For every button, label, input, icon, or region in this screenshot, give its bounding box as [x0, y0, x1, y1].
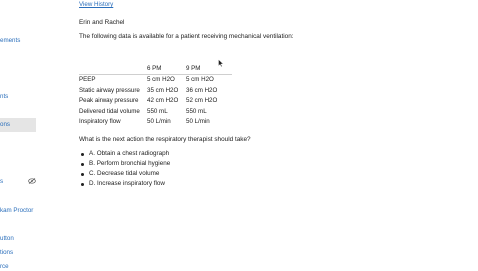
table-cell: 42 cm H2O: [147, 97, 179, 105]
eye-slash-icon[interactable]: [28, 178, 36, 184]
ventilation-data-table: 6 PM 9 PM PEEP 5 cm H2O 5 cm H2O Static …: [79, 64, 232, 127]
question-prompt: The following data is available for a pa…: [79, 33, 294, 40]
table-row: PEEP 5 cm H2O 5 cm H2O: [79, 75, 232, 86]
table-cell: 35 cm H2O: [147, 86, 179, 94]
mouse-cursor-icon: [218, 59, 224, 67]
sidebar-item-announcements[interactable]: ements: [0, 37, 20, 45]
answer-options-list: A. Obtain a chest radiograph B. Perform …: [79, 149, 170, 189]
sidebar-item-discussions[interactable]: ons: [0, 118, 36, 132]
table-cell: 5 cm H2O: [186, 76, 214, 84]
sidebar-item-resource[interactable]: rce: [0, 263, 9, 271]
table-cell: PEEP: [79, 76, 96, 84]
sidebar-item-hidden[interactable]: s: [0, 178, 3, 186]
table-header-cell: 9 PM: [186, 64, 232, 76]
sidebar-item-options[interactable]: tions: [0, 249, 13, 257]
table-cell: 50 L/min: [147, 118, 171, 126]
answer-option-a: A. Obtain a chest radiograph: [79, 149, 170, 159]
table-cell: 550 mL: [186, 107, 207, 115]
table-cell: 36 cm H2O: [186, 86, 218, 94]
sidebar-item-exam-proctor[interactable]: kam Proctor: [0, 207, 33, 215]
table-cell: 550 mL: [147, 107, 168, 115]
left-sidebar: ements nts ons s kam Proctor utton tions…: [0, 0, 36, 271]
sidebar-item-assignments[interactable]: nts: [0, 93, 8, 101]
view-history-link[interactable]: View History: [79, 1, 113, 8]
table-header-cell: 6 PM: [147, 64, 186, 76]
table-row: Static airway pressure 35 cm H2O 36 cm H…: [79, 86, 232, 96]
table-row: Inspiratory flow 50 L/min 50 L/min: [79, 117, 232, 127]
table-header-cell: [79, 64, 147, 76]
table-header-row: 6 PM 9 PM: [79, 64, 232, 76]
table-cell: 5 cm H2O: [147, 76, 175, 84]
answer-option-c: C. Decrease tidal volume: [79, 169, 170, 179]
table-row: Delivered tidal volume 550 mL 550 mL: [79, 107, 232, 117]
table-cell: Inspiratory flow: [79, 118, 121, 126]
answer-option-d: D. Increase inspiratory flow: [79, 179, 170, 189]
post-author: Erin and Rachel: [79, 19, 125, 26]
table-cell: Delivered tidal volume: [79, 107, 140, 115]
table-cell: 50 L/min: [186, 118, 210, 126]
table-cell: Static airway pressure: [79, 86, 140, 94]
table-row: Peak airway pressure 42 cm H2O 52 cm H2O: [79, 96, 232, 106]
table-cell: Peak airway pressure: [79, 97, 139, 105]
answer-option-b: B. Perform bronchial hygiene: [79, 159, 170, 169]
question-text: What is the next action the respiratory …: [79, 136, 251, 143]
sidebar-item-button[interactable]: utton: [0, 235, 14, 243]
table-cell: 52 cm H2O: [186, 97, 218, 105]
